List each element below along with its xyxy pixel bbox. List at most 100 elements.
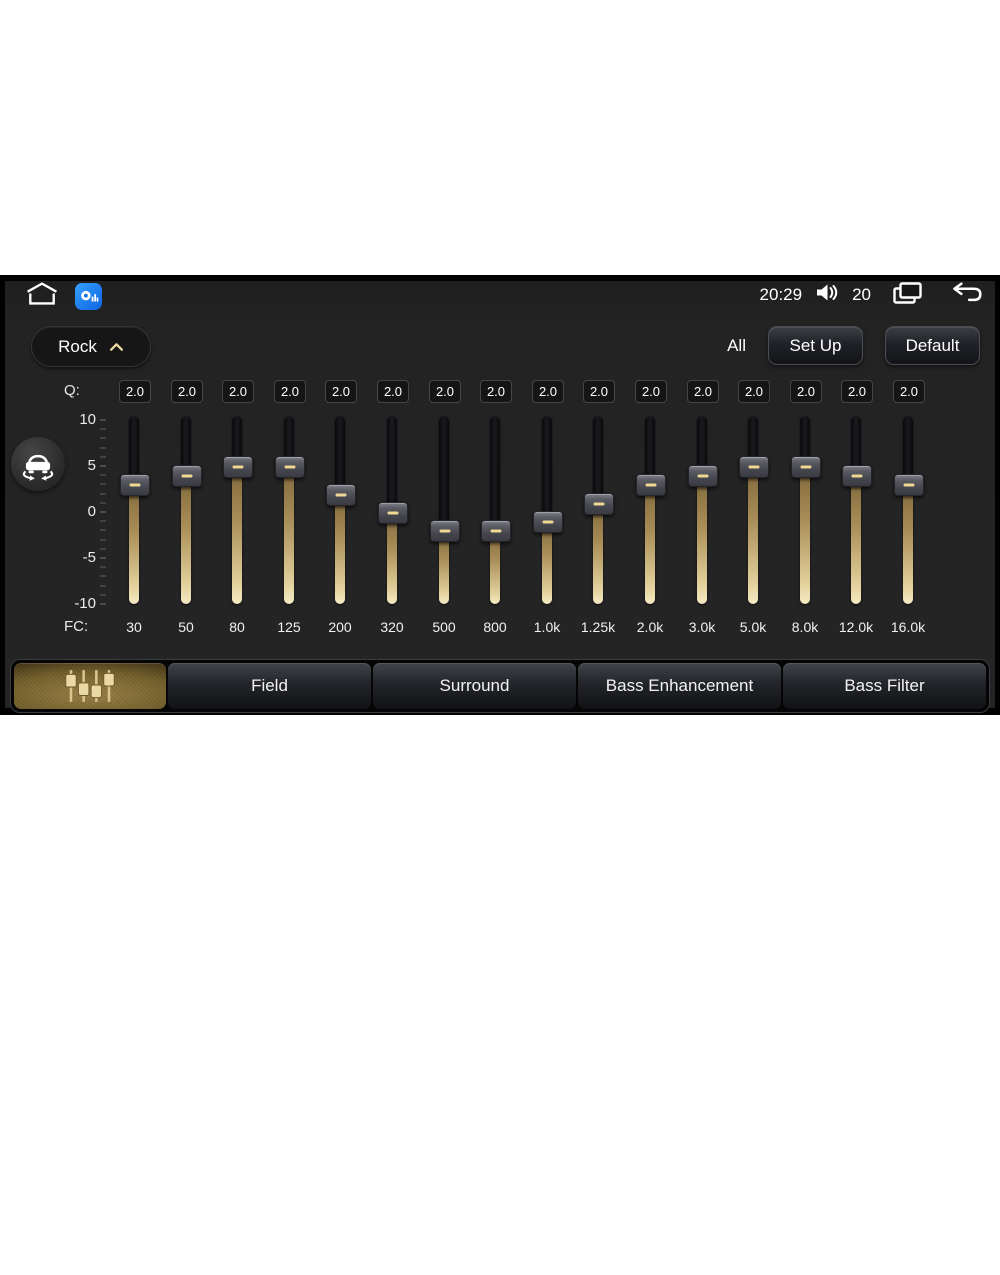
fc-frequency-label: 200 xyxy=(328,619,352,635)
db-ruler-tick xyxy=(100,593,106,596)
track-lower-segment xyxy=(645,484,655,604)
band-slider-track-16.0k[interactable] xyxy=(903,416,913,604)
track-lower-segment xyxy=(181,475,191,604)
fc-row-label: FC: xyxy=(64,618,89,635)
fc-frequency-label: 12.0k xyxy=(838,619,874,635)
preset-dropdown[interactable]: Rock xyxy=(31,326,151,367)
tab-surround[interactable]: Surround xyxy=(373,663,576,709)
band-slider-handle-3.0k[interactable] xyxy=(688,465,718,487)
band-slider-handle-1.0k[interactable] xyxy=(533,511,563,533)
q-row-label: Q: xyxy=(64,382,80,399)
q-value-badge: 2.0 xyxy=(274,380,306,403)
tab-label: Surround xyxy=(439,676,510,695)
q-value-badge: 2.0 xyxy=(480,380,512,403)
db-ruler-tick xyxy=(100,538,106,541)
db-ruler-tick xyxy=(100,465,106,467)
track-upper-segment xyxy=(593,416,603,503)
band-slider-handle-125[interactable] xyxy=(275,456,305,478)
ai-assistant-app-icon[interactable] xyxy=(75,282,102,310)
fc-frequency-label: 5.0k xyxy=(739,619,767,635)
q-value-badge: 2.0 xyxy=(325,380,357,403)
db-ruler-tick xyxy=(100,492,106,495)
q-value-badge: 2.0 xyxy=(222,380,254,403)
db-scale-label: 5 xyxy=(87,457,96,474)
back-icon[interactable] xyxy=(947,281,984,309)
default-button[interactable]: Default xyxy=(885,326,980,365)
band-slider-handle-200[interactable] xyxy=(326,484,356,506)
db-ruler-tick xyxy=(100,428,106,431)
track-upper-segment xyxy=(387,416,397,512)
fc-frequency-label: 80 xyxy=(229,619,245,635)
q-value-badge: 2.0 xyxy=(893,380,925,403)
band-slider-handle-800[interactable] xyxy=(481,520,511,542)
db-ruler-tick xyxy=(100,575,106,578)
recent-apps-icon[interactable] xyxy=(890,280,926,311)
band-slider-handle-500[interactable] xyxy=(430,520,460,542)
bottom-tab-bar: Field Surround Bass Enhancement Bass Filter xyxy=(10,659,990,713)
fc-frequency-label: 2.0k xyxy=(636,619,664,635)
tab-field[interactable]: Field xyxy=(168,663,371,709)
track-upper-segment xyxy=(542,416,552,521)
band-slider-handle-30[interactable] xyxy=(120,474,150,496)
band-slider-handle-16.0k[interactable] xyxy=(894,474,924,496)
band-slider-handle-1.25k[interactable] xyxy=(584,493,614,515)
db-scale-label: 0 xyxy=(87,503,96,520)
band-slider-track-5.0k[interactable] xyxy=(748,416,758,604)
band-slider-handle-2.0k[interactable] xyxy=(636,474,666,496)
q-value-badge: 2.0 xyxy=(841,380,873,403)
track-lower-segment xyxy=(800,466,810,604)
db-ruler-tick xyxy=(100,455,106,458)
tab-equalizer[interactable] xyxy=(14,663,166,709)
setup-button[interactable]: Set Up xyxy=(768,326,863,365)
band-slider-track-200[interactable] xyxy=(335,416,345,604)
tab-label: Bass Filter xyxy=(844,676,925,695)
track-lower-segment xyxy=(748,466,758,604)
band-slider-handle-12.0k[interactable] xyxy=(842,465,872,487)
band-slider-track-80[interactable] xyxy=(232,416,242,604)
home-icon[interactable] xyxy=(23,280,61,312)
band-slider-handle-320[interactable] xyxy=(378,502,408,524)
q-value-badge: 2.0 xyxy=(635,380,667,403)
track-lower-segment xyxy=(387,512,397,604)
band-slider-track-50[interactable] xyxy=(181,416,191,604)
q-value-badge: 2.0 xyxy=(790,380,822,403)
band-slider-track-800[interactable] xyxy=(490,416,500,604)
db-ruler-tick xyxy=(100,511,106,513)
tab-label: Field xyxy=(251,676,288,695)
chevron-up-icon xyxy=(109,342,124,352)
band-slider-handle-8.0k[interactable] xyxy=(791,456,821,478)
band-slider-track-500[interactable] xyxy=(439,416,449,604)
band-slider-handle-5.0k[interactable] xyxy=(739,456,769,478)
tab-bass-filter[interactable]: Bass Filter xyxy=(783,663,986,709)
fc-frequency-label: 16.0k xyxy=(890,619,926,635)
track-lower-segment xyxy=(232,466,242,604)
db-ruler-tick xyxy=(100,566,106,569)
track-lower-segment xyxy=(851,475,861,604)
band-slider-track-3.0k[interactable] xyxy=(697,416,707,604)
volume-icon[interactable] xyxy=(815,282,839,308)
band-slider-track-125[interactable] xyxy=(284,416,294,604)
band-slider-track-2.0k[interactable] xyxy=(645,416,655,604)
db-ruler-tick xyxy=(100,483,106,486)
db-ruler-tick xyxy=(100,437,106,440)
db-ruler-tick xyxy=(100,603,106,605)
equalizer-sliders-icon xyxy=(61,667,119,705)
band-slider-track-30[interactable] xyxy=(129,416,139,604)
db-ruler-tick xyxy=(100,584,106,587)
band-slider-track-8.0k[interactable] xyxy=(800,416,810,604)
tab-bass-enhancement[interactable]: Bass Enhancement xyxy=(578,663,781,709)
clock: 20:29 xyxy=(759,285,803,304)
q-value-badge: 2.0 xyxy=(119,380,151,403)
q-value-badge: 2.0 xyxy=(738,380,770,403)
band-slider-track-12.0k[interactable] xyxy=(851,416,861,604)
band-slider-handle-80[interactable] xyxy=(223,456,253,478)
db-scale-label: -5 xyxy=(82,549,96,566)
band-slider-handle-50[interactable] xyxy=(172,465,202,487)
head-unit-screen: 20:29 20 Rock All Set Up Default Q: FC: … xyxy=(0,275,1000,715)
band-slider-track-1.0k[interactable] xyxy=(542,416,552,604)
q-value-badge: 2.0 xyxy=(429,380,461,403)
all-button[interactable]: All xyxy=(727,336,746,356)
fc-frequency-label: 1.25k xyxy=(580,619,616,635)
header-actions: All Set Up Default xyxy=(727,326,980,365)
db-scale-label: 10 xyxy=(79,411,96,428)
